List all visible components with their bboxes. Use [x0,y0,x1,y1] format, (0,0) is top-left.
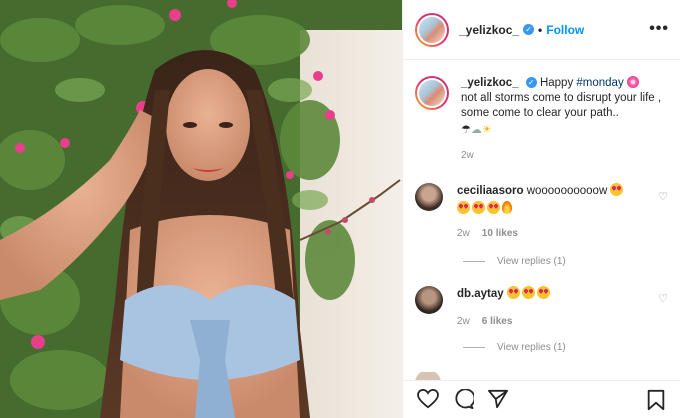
replies-divider [463,347,485,348]
author-avatar[interactable] [415,12,449,47]
comment-likes[interactable]: 10 likes [482,226,518,241]
cloud-emoji-icon: ☁ [470,124,482,136]
verified-badge-icon: ✓ [525,77,537,89]
caption-age: 2w [461,150,474,161]
replies-divider [463,261,485,262]
heart-eyes-emoji-icon [536,286,550,299]
post-action-bar [403,380,680,418]
heart-eyes-emoji-icon [521,286,535,299]
comment-username[interactable]: ceciliaasoro [457,185,523,197]
comment-likes[interactable]: 6 likes [482,314,513,329]
comment-age: 2w [457,316,470,327]
flower-emoji-icon [626,76,639,88]
commenter-avatar[interactable] [415,183,443,211]
comment-icon[interactable] [452,389,474,409]
umbrella-emoji-icon: ☂ [461,124,471,136]
caption-username[interactable]: _yelizkoc_ [461,77,519,89]
commenter-avatar[interactable] [415,286,443,314]
post-caption: _yelizkoc_ ✓ Happy #monday not all storm… [415,76,671,163]
view-replies-button[interactable]: View replies (1) [463,342,566,353]
comment-item: ceciliaasoro woooooooooow 2w 10 likes [415,183,671,241]
bookmark-icon[interactable] [646,389,666,411]
share-icon[interactable] [487,389,509,409]
post-image [0,0,402,418]
comment-age: 2w [457,228,470,239]
fire-emoji-icon [502,201,512,214]
author-username[interactable]: _yelizkoc_ [459,23,519,37]
hashtag-link[interactable]: #monday [576,77,623,89]
view-replies-label: View replies (1) [497,256,566,267]
caption-emojis: ☂☁☀ [461,123,671,138]
more-options-icon[interactable]: ••• [649,20,669,38]
instagram-post-modal: _yelizkoc_ ✓ • Follow ••• _yelizkoc_ ✓ H… [0,0,680,418]
heart-eyes-emoji-icon [457,201,470,214]
comment-text: woooooooooow [526,185,608,197]
view-replies-button[interactable]: View replies (1) [463,256,566,267]
post-header: _yelizkoc_ ✓ • Follow ••• [403,0,680,60]
caption-greeting: Happy [539,77,577,89]
header-separator: • [538,22,543,37]
heart-eyes-emoji-icon [506,286,520,299]
comment-like-heart-icon[interactable]: ♡ [658,190,668,203]
sun-emoji-icon: ☀ [481,124,492,136]
heart-eyes-emoji-icon [472,201,485,214]
heart-eyes-emoji-icon [610,183,624,196]
post-side-panel: _yelizkoc_ ✓ • Follow ••• _yelizkoc_ ✓ H… [402,0,680,418]
verified-badge-icon: ✓ [523,24,535,35]
next-comment-partial [415,372,671,380]
post-photo[interactable] [0,0,402,418]
view-replies-label: View replies (1) [497,342,566,353]
caption-avatar[interactable] [415,76,449,110]
caption-body: not all storms come to disrupt your life… [461,92,662,119]
comment-item: db.aytay 2w 6 likes [415,286,671,329]
heart-icon[interactable] [417,389,439,409]
follow-button[interactable]: Follow [546,23,584,37]
heart-eyes-emoji-icon [487,201,500,214]
comment-like-heart-icon[interactable]: ♡ [658,292,668,305]
comment-username[interactable]: db.aytay [457,288,504,300]
